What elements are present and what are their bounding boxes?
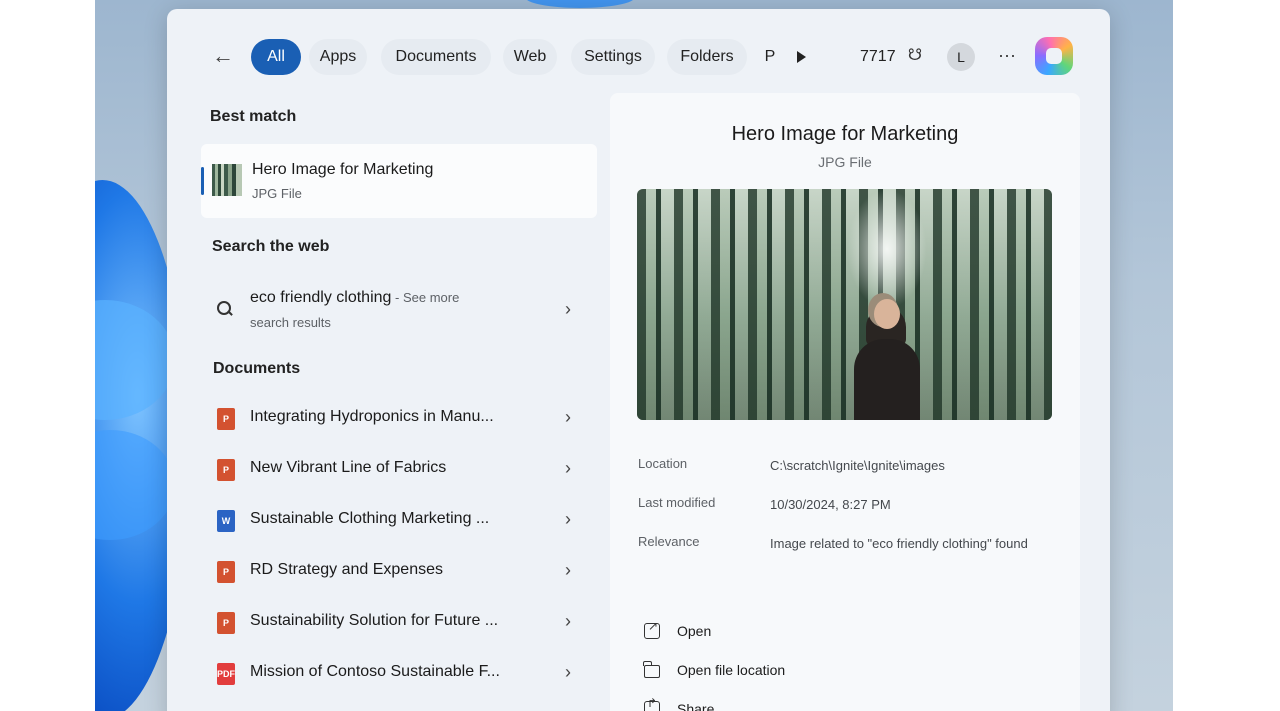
filter-chip-all[interactable]: All (251, 39, 301, 75)
chevron-right-icon[interactable]: › (565, 407, 571, 427)
chevron-right-icon[interactable]: › (565, 458, 571, 478)
chevron-right-icon[interactable]: › (565, 611, 571, 631)
more-filters-play-icon[interactable] (797, 47, 813, 67)
web-query-text: eco friendly clothing (250, 289, 392, 306)
filter-chip-documents[interactable]: Documents (381, 39, 491, 75)
open-file-location-label: Open file location (677, 662, 786, 678)
relevance-value: Image related to "eco friendly clothing"… (770, 536, 1028, 551)
rewards-trophy-icon[interactable]: ☋ (905, 45, 925, 67)
document-label: New Vibrant Line of Fabrics (250, 459, 447, 476)
word-file-icon: W (217, 510, 235, 532)
share-action-label: Share (677, 701, 715, 711)
ppt-file-icon: P (217, 459, 235, 481)
best-match-type: JPG File (252, 186, 302, 201)
folder-icon (643, 661, 660, 678)
document-item[interactable]: PDF Mission of Contoso Sustainable F... … (209, 654, 589, 694)
search-icon (217, 301, 233, 317)
document-item[interactable]: P Sustainability Solution for Future ...… (209, 603, 589, 643)
sunlight-glow (847, 189, 927, 309)
preview-pane: Hero Image for Marketing JPG File Locati… (610, 93, 1080, 711)
document-item[interactable]: P New Vibrant Line of Fabrics › (209, 450, 589, 490)
ppt-file-icon: P (217, 612, 235, 634)
wallpaper-glow (525, 0, 635, 8)
back-arrow-icon[interactable]: ← (211, 45, 235, 69)
pdf-file-icon: PDF (217, 663, 235, 685)
jacket (854, 339, 920, 420)
section-title-best-match: Best match (210, 108, 297, 125)
modified-label: Last modified (638, 495, 716, 510)
image-thumbnail (212, 164, 242, 196)
web-query: eco friendly clothing - See more (250, 289, 459, 307)
ppt-file-icon: P (217, 561, 235, 583)
chevron-right-icon[interactable]: › (565, 509, 571, 529)
filter-bar: ← All Apps Documents Web Settings Folder… (167, 37, 1110, 77)
head (874, 299, 900, 329)
best-match-item[interactable]: Hero Image for Marketing JPG File (201, 144, 597, 218)
document-item[interactable]: W Sustainable Clothing Marketing ... › (209, 501, 589, 541)
ppt-file-icon: P (217, 408, 235, 430)
open-external-icon (644, 619, 660, 639)
web-query-suffix: - See more (391, 290, 460, 305)
web-search-result[interactable]: eco friendly clothing - See more search … (209, 281, 589, 337)
document-label: Integrating Hydroponics in Manu... (250, 408, 494, 425)
share-icon (644, 696, 660, 711)
filter-chip-folders[interactable]: Folders (667, 39, 747, 75)
modified-value: 10/30/2024, 8:27 PM (770, 497, 891, 512)
woman-figure (842, 299, 932, 420)
section-title-documents: Documents (213, 360, 301, 377)
filter-chip-settings[interactable]: Settings (571, 39, 655, 75)
section-title-search-web: Search the web (212, 238, 330, 255)
document-label: Sustainability Solution for Future ... (250, 612, 499, 629)
filter-chip-truncated[interactable]: P (761, 39, 779, 75)
location-label: Location (638, 456, 688, 471)
document-item[interactable]: P Integrating Hydroponics in Manu... › (209, 399, 589, 439)
search-flyout: ← All Apps Documents Web Settings Folder… (167, 9, 1110, 711)
best-match-name: Hero Image for Marketing (252, 161, 434, 178)
more-options-icon[interactable]: ··· (995, 43, 1019, 71)
open-action-label: Open (677, 623, 712, 639)
document-label: Mission of Contoso Sustainable F... (250, 663, 500, 680)
user-avatar[interactable]: L (947, 43, 975, 71)
preview-subtitle: JPG File (818, 154, 872, 170)
preview-image[interactable] (637, 189, 1052, 420)
filter-chip-apps[interactable]: Apps (309, 39, 367, 75)
chevron-right-icon[interactable]: › (565, 560, 571, 580)
web-query-suffix-line2: search results (250, 315, 331, 330)
filter-chip-web[interactable]: Web (503, 39, 557, 75)
location-value: C:\scratch\Ignite\Ignite\images (770, 458, 945, 473)
document-label: RD Strategy and Expenses (250, 561, 443, 578)
selection-indicator (201, 167, 204, 195)
document-item[interactable]: P RD Strategy and Expenses › (209, 552, 589, 592)
preview-title: Hero Image for Marketing (731, 123, 959, 145)
document-label: Sustainable Clothing Marketing ... (250, 510, 490, 527)
copilot-icon[interactable] (1035, 37, 1073, 75)
relevance-label: Relevance (638, 534, 700, 549)
chevron-right-icon[interactable]: › (565, 662, 571, 682)
rewards-points: 7717 (860, 48, 896, 65)
chevron-right-icon[interactable]: › (565, 299, 571, 319)
